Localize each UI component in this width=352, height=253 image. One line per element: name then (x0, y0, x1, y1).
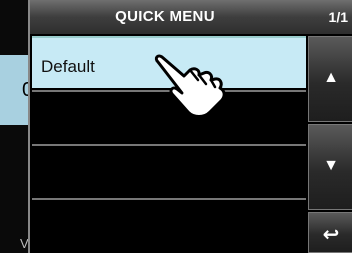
triangle-up-icon: ▲ (323, 69, 339, 86)
menu-item-empty-2[interactable] (32, 144, 306, 196)
tap-hand-icon (154, 54, 226, 118)
scroll-up-button[interactable]: ▲ (308, 36, 352, 122)
menu-item-label: Default (41, 57, 95, 76)
page-indicator: 1/1 (328, 9, 348, 25)
back-button[interactable]: ↩ (308, 212, 352, 253)
quick-menu-window: QUICK MENU 1/1 Default ▲ ▼ ↩ (28, 0, 352, 253)
menu-title: QUICK MENU (115, 8, 215, 25)
menu-item-empty-3[interactable] (32, 198, 306, 253)
scroll-down-button[interactable]: ▼ (308, 124, 352, 210)
side-button-column: ▲ ▼ ↩ (308, 36, 352, 253)
return-arrow-icon: ↩ (322, 224, 340, 246)
triangle-down-icon: ▼ (323, 157, 339, 174)
menu-title-bar: QUICK MENU 1/1 (30, 0, 352, 34)
